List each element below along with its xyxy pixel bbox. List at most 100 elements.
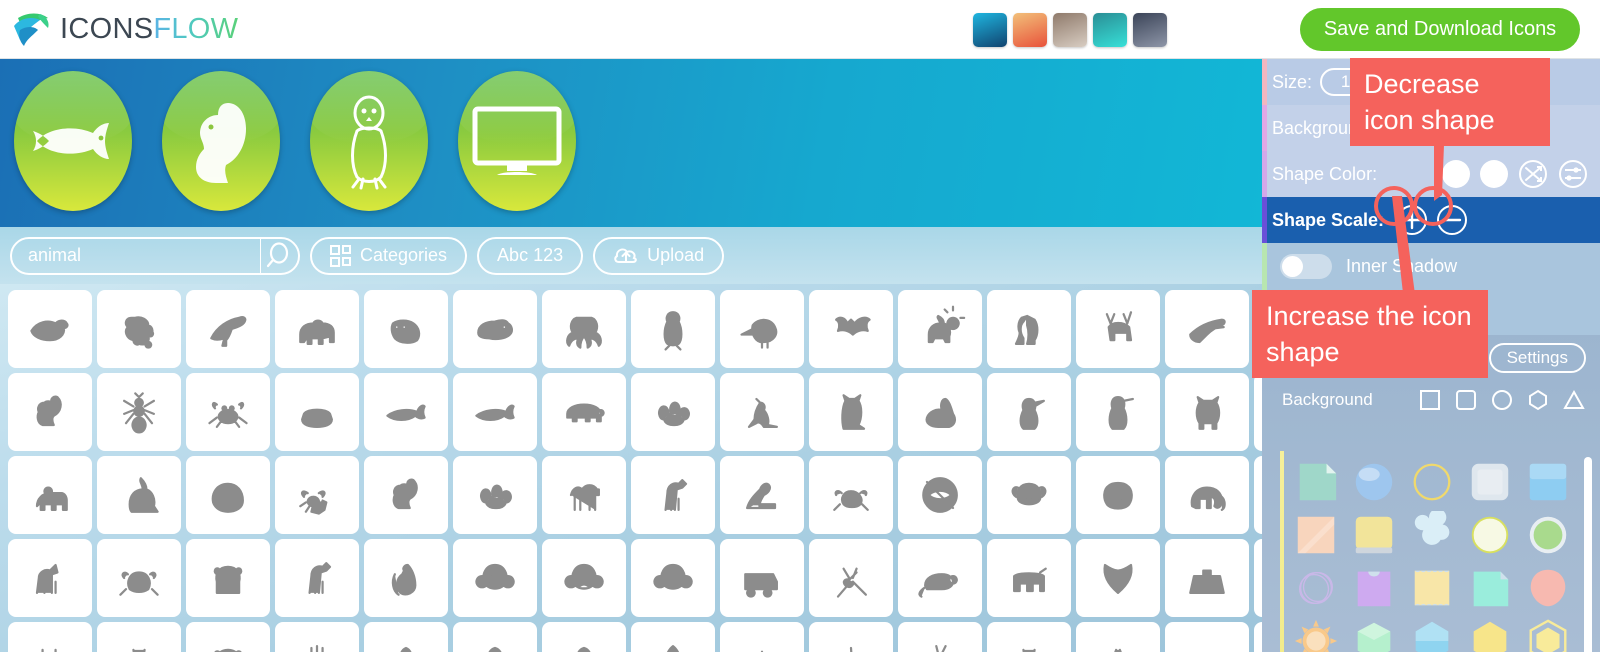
shape-gallery-item-scribble-circle[interactable] bbox=[1288, 563, 1344, 613]
icon-tile-unicorn[interactable] bbox=[8, 539, 92, 617]
search-field[interactable] bbox=[10, 236, 300, 275]
search-button[interactable] bbox=[261, 241, 298, 271]
shape-gallery-item-hexagon-outline[interactable] bbox=[1520, 616, 1576, 652]
icon-tile-pet-carrier[interactable] bbox=[1165, 539, 1249, 617]
icon-tile-fish-waves[interactable] bbox=[1254, 373, 1262, 451]
search-input[interactable] bbox=[12, 245, 260, 266]
icon-tile-shark[interactable] bbox=[364, 373, 448, 451]
gradient-swatch-blue[interactable] bbox=[973, 13, 1007, 47]
icon-tile-palette[interactable] bbox=[1254, 539, 1262, 617]
preview-icon-monitor[interactable] bbox=[458, 71, 576, 211]
icon-tile-egg[interactable] bbox=[631, 622, 715, 652]
preview-icon-penguin[interactable] bbox=[310, 71, 428, 211]
icon-tile-horn[interactable] bbox=[97, 622, 181, 652]
icon-tile-hamster-2[interactable] bbox=[186, 622, 270, 652]
shape-gallery-scrollbar[interactable] bbox=[1584, 457, 1592, 652]
icon-tile-paw[interactable] bbox=[453, 456, 537, 534]
settings-button[interactable]: Settings bbox=[1488, 343, 1586, 373]
icon-tile-animal-trailer[interactable] bbox=[720, 539, 804, 617]
categories-button[interactable]: Categories bbox=[310, 236, 468, 275]
icon-tile-cat-lying[interactable] bbox=[453, 290, 537, 368]
icon-tile-crab[interactable] bbox=[186, 373, 270, 451]
icon-tile-dog-sitting[interactable] bbox=[987, 290, 1071, 368]
icon-tile-monkey-angry[interactable] bbox=[542, 539, 626, 617]
icon-tile-monkey-smile[interactable] bbox=[453, 539, 537, 617]
shape-gallery-item-blue-square[interactable] bbox=[1520, 457, 1576, 507]
abc-123-button[interactable]: Abc 123 bbox=[477, 236, 584, 275]
icon-tile-pet-bowl[interactable] bbox=[275, 373, 359, 451]
shape-gallery-item-green-circle[interactable] bbox=[1520, 510, 1576, 560]
gradient-swatch-tan[interactable] bbox=[1053, 13, 1087, 47]
icon-tile-elephant[interactable] bbox=[1165, 456, 1249, 534]
shuffle-icon[interactable] bbox=[1518, 159, 1548, 189]
shape-color-swatch-2[interactable] bbox=[1480, 160, 1508, 188]
icon-tile-frog-front[interactable] bbox=[97, 539, 181, 617]
shape-filter-square-icon[interactable] bbox=[1418, 388, 1442, 412]
icon-tile-poodle[interactable] bbox=[97, 290, 181, 368]
icon-tile-kangaroo[interactable] bbox=[720, 373, 804, 451]
icon-tile-frog[interactable] bbox=[809, 456, 893, 534]
icon-tile-claw[interactable] bbox=[1076, 622, 1160, 652]
icon-tile-whiskers[interactable] bbox=[720, 622, 804, 652]
icon-tile-pig[interactable] bbox=[542, 373, 626, 451]
icon-tile-bird[interactable] bbox=[186, 290, 270, 368]
shape-gallery-item-yellow-tray[interactable] bbox=[1346, 510, 1402, 560]
shape-gallery-item-purple-tag[interactable] bbox=[1346, 563, 1402, 613]
shape-gallery-item-framed-square[interactable] bbox=[1462, 457, 1518, 507]
shape-gallery-item-sun-burst[interactable] bbox=[1288, 616, 1344, 652]
app-logo[interactable]: ICONS FLOW bbox=[10, 8, 238, 50]
shape-gallery-item-cloud[interactable] bbox=[1404, 510, 1460, 560]
icon-tile-camel[interactable] bbox=[542, 456, 626, 534]
icon-tile-bird-body[interactable] bbox=[364, 622, 448, 652]
icon-tile-rooster-sun[interactable] bbox=[898, 290, 982, 368]
icon-tile-hedgehog[interactable] bbox=[186, 456, 270, 534]
icon-tile-scorpion[interactable] bbox=[275, 456, 359, 534]
shape-gallery-item-peach-square[interactable] bbox=[1288, 510, 1344, 560]
preview-icon-squirrel[interactable] bbox=[162, 71, 280, 211]
shape-gallery-item-cube[interactable] bbox=[1346, 616, 1402, 652]
icon-tile-tick[interactable] bbox=[898, 622, 982, 652]
shape-gallery-item-sphere[interactable] bbox=[1346, 457, 1402, 507]
icon-tile-sloth[interactable] bbox=[364, 290, 448, 368]
icon-tile-fox-face[interactable] bbox=[1076, 539, 1160, 617]
shape-gallery-item-hexagon-blue[interactable] bbox=[1404, 616, 1460, 652]
icon-tile-horn-2[interactable] bbox=[987, 622, 1071, 652]
icon-tile-penguin-back[interactable] bbox=[1076, 373, 1160, 451]
icon-tile-squirrel[interactable] bbox=[8, 373, 92, 451]
icon-tile-rabbit[interactable] bbox=[898, 373, 982, 451]
icon-tile-line[interactable] bbox=[809, 622, 893, 652]
upload-button[interactable]: Upload bbox=[593, 236, 725, 275]
icon-tile-mosquito[interactable] bbox=[809, 539, 893, 617]
icon-tile-shark-2[interactable] bbox=[453, 373, 537, 451]
preview-icon-fish[interactable] bbox=[14, 71, 132, 211]
icon-tile-bird-legs[interactable] bbox=[8, 622, 92, 652]
gradient-swatch-orange[interactable] bbox=[1013, 13, 1047, 47]
icon-tile-bear[interactable] bbox=[275, 290, 359, 368]
inner-shadow-toggle[interactable] bbox=[1280, 253, 1332, 279]
icon-tile-crate[interactable] bbox=[1165, 622, 1249, 652]
icon-tile-penguin-small[interactable] bbox=[631, 290, 715, 368]
icon-tile-ant[interactable] bbox=[97, 373, 181, 451]
icon-tile-dots[interactable] bbox=[1254, 622, 1262, 652]
icon-tile-hummingbird[interactable] bbox=[1165, 290, 1249, 368]
sliders-icon[interactable] bbox=[1558, 159, 1588, 189]
icon-tile-cat-sitting[interactable] bbox=[809, 373, 893, 451]
shape-filter-triangle-icon[interactable] bbox=[1562, 388, 1586, 412]
shape-gallery-item-stamp[interactable] bbox=[1404, 563, 1460, 613]
icon-tile-octopus[interactable] bbox=[542, 290, 626, 368]
icon-tile-bat[interactable] bbox=[809, 290, 893, 368]
shape-gallery-item-pink-balloon[interactable] bbox=[1520, 563, 1576, 613]
icon-tile-dog-face[interactable] bbox=[1076, 456, 1160, 534]
icon-tile-rat[interactable] bbox=[898, 539, 982, 617]
icon-tile-hamster[interactable] bbox=[186, 539, 270, 617]
icon-tile-rooster[interactable] bbox=[97, 456, 181, 534]
icon-tile-reindeer-lying[interactable] bbox=[1254, 456, 1262, 534]
icon-tile-paw-4[interactable] bbox=[631, 373, 715, 451]
save-and-download-button[interactable]: Save and Download Icons bbox=[1300, 8, 1580, 51]
shape-filter-circle-icon[interactable] bbox=[1490, 388, 1514, 412]
shape-filter-hexagon-icon[interactable] bbox=[1526, 388, 1550, 412]
shape-gallery-item-folded-paper[interactable] bbox=[1288, 457, 1344, 507]
icon-tile-duck[interactable] bbox=[8, 290, 92, 368]
icon-tile-seal[interactable] bbox=[720, 456, 804, 534]
icon-tile-deer[interactable] bbox=[1076, 290, 1160, 368]
